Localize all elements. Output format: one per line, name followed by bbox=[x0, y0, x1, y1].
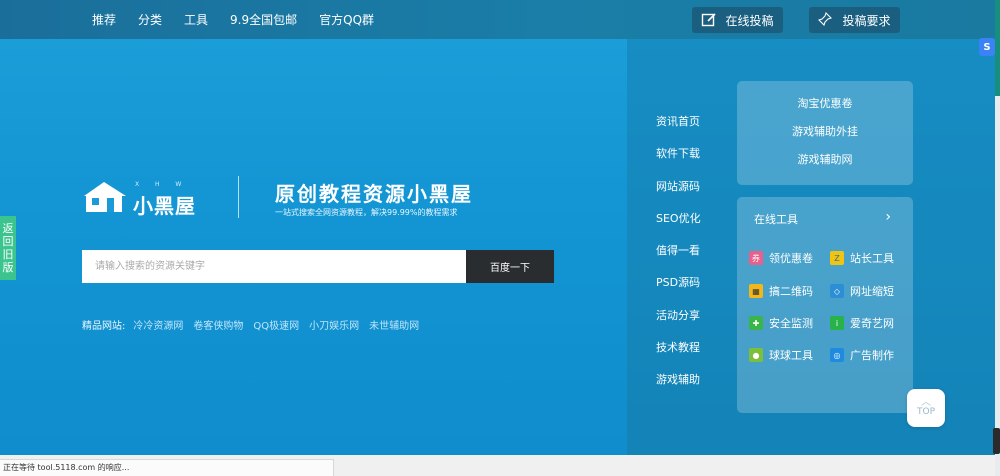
tool-label: 广告制作 bbox=[850, 349, 894, 362]
logo-divider bbox=[238, 176, 239, 218]
tool-item[interactable]: ● 球球工具 bbox=[749, 347, 813, 363]
logo-text: 小黑屋 bbox=[133, 194, 196, 218]
logo-letters: X H W bbox=[135, 181, 189, 188]
back-to-top-label: TOP bbox=[916, 407, 935, 417]
s-extension-icon[interactable]: S bbox=[979, 38, 995, 56]
search-button[interactable]: 百度一下 bbox=[466, 250, 554, 283]
featured-link[interactable]: 卷客侠购物 bbox=[193, 317, 243, 332]
back-tab-char: 返 bbox=[2, 222, 14, 235]
submit-online-label: 在线投稿 bbox=[725, 13, 774, 28]
back-to-top-button[interactable]: ︿ TOP bbox=[907, 389, 945, 427]
side-nav-item[interactable]: 值得一看 bbox=[656, 242, 701, 274]
nav-item-tools[interactable]: 工具 bbox=[184, 11, 208, 28]
side-nav-item[interactable]: PSD源码 bbox=[656, 274, 701, 306]
nav-item-free-shipping[interactable]: 9.9全国包邮 bbox=[230, 11, 297, 28]
submission-requirements-label: 投稿要求 bbox=[842, 13, 891, 28]
side-nav-item[interactable]: 软件下载 bbox=[656, 145, 701, 177]
featured-link[interactable]: 未世辅助网 bbox=[369, 317, 419, 332]
edit-icon bbox=[701, 12, 717, 28]
tool-label: 安全监测 bbox=[769, 317, 813, 330]
webmaster-icon: Z bbox=[830, 251, 844, 265]
top-bar: 推荐 分类 工具 9.9全国包邮 官方QQ群 在线投稿 投稿要求 bbox=[0, 0, 1000, 39]
featured-label: 精品网站: bbox=[82, 321, 126, 332]
back-tab-char: 旧 bbox=[2, 248, 14, 261]
scroll-handle[interactable] bbox=[993, 428, 1000, 454]
nav-item-recommend[interactable]: 推荐 bbox=[92, 11, 116, 28]
security-icon: ✚ bbox=[749, 316, 763, 330]
search-input[interactable] bbox=[82, 250, 466, 283]
tool-item[interactable]: ▦ 搞二维码 bbox=[749, 283, 813, 299]
scrollbar-thumb[interactable] bbox=[995, 0, 1000, 96]
link-shorten-icon: ◇ bbox=[830, 284, 844, 298]
tool-item[interactable]: i 爱奇艺网 bbox=[830, 315, 894, 331]
tool-item[interactable]: 券 领优惠卷 bbox=[749, 250, 813, 266]
tool-label: 搞二维码 bbox=[769, 285, 813, 298]
page-title: 原创教程资源小黑屋 bbox=[275, 182, 473, 206]
quick-link[interactable]: 游戏辅助网 bbox=[798, 151, 853, 179]
chevron-right-icon[interactable]: › bbox=[885, 209, 891, 225]
pin-icon bbox=[818, 12, 834, 28]
quick-links-card: 淘宝优惠卷 游戏辅助外挂 游戏辅助网 bbox=[737, 81, 913, 185]
side-nav-item[interactable]: SEO优化 bbox=[656, 210, 701, 242]
featured-link[interactable]: QQ极速网 bbox=[253, 317, 299, 332]
back-tab-char: 回 bbox=[2, 235, 14, 248]
ball-icon: ● bbox=[749, 348, 763, 362]
nav-item-category[interactable]: 分类 bbox=[138, 11, 162, 28]
side-nav-item[interactable]: 网站源码 bbox=[656, 178, 701, 210]
chevron-up-icon: ︿ bbox=[921, 397, 931, 408]
side-nav: 资讯首页 软件下载 网站源码 SEO优化 值得一看 PSD源码 活动分享 技术教… bbox=[656, 113, 701, 404]
online-tools-card: 在线工具 › bbox=[737, 197, 913, 413]
tool-label: 球球工具 bbox=[769, 349, 813, 362]
coupon-icon: 券 bbox=[749, 251, 763, 265]
back-tab-char: 版 bbox=[2, 261, 14, 274]
tool-item[interactable]: ✚ 安全监测 bbox=[749, 315, 813, 331]
featured-link[interactable]: 小刀娱乐网 bbox=[309, 317, 359, 332]
featured-sites: 精品网站: 冷冷资源网 卷客侠购物 QQ极速网 小刀娱乐网 未世辅助网 bbox=[82, 317, 419, 332]
side-nav-item[interactable]: 游戏辅助 bbox=[656, 371, 701, 403]
side-nav-item[interactable]: 技术教程 bbox=[656, 339, 701, 371]
iqiyi-icon: i bbox=[830, 316, 844, 330]
tool-item[interactable]: ◇ 网址缩短 bbox=[830, 283, 894, 299]
top-nav: 推荐 分类 工具 9.9全国包邮 官方QQ群 bbox=[92, 0, 396, 39]
page-subtitle: 一站式搜索全网资源教程，解决99.99%的教程需求 bbox=[275, 208, 458, 217]
ad-icon: ◎ bbox=[830, 348, 844, 362]
featured-link[interactable]: 冷冷资源网 bbox=[133, 317, 183, 332]
nav-item-qq-group[interactable]: 官方QQ群 bbox=[319, 11, 374, 28]
tool-label: 站长工具 bbox=[850, 252, 894, 265]
tool-label: 网址缩短 bbox=[850, 285, 894, 298]
qrcode-icon: ▦ bbox=[749, 284, 763, 298]
back-to-old-version-tab[interactable]: 返 回 旧 版 bbox=[0, 216, 16, 280]
tool-item[interactable]: ◎ 广告制作 bbox=[830, 347, 894, 363]
side-nav-item[interactable]: 资讯首页 bbox=[656, 113, 701, 145]
online-tools-heading[interactable]: 在线工具 bbox=[754, 211, 798, 227]
tool-label: 领优惠卷 bbox=[769, 252, 813, 265]
submission-requirements-button[interactable]: 投稿要求 bbox=[809, 7, 900, 33]
submit-online-button[interactable]: 在线投稿 bbox=[692, 7, 783, 33]
side-nav-item[interactable]: 活动分享 bbox=[656, 307, 701, 339]
house-logo-icon bbox=[82, 180, 128, 217]
tool-item[interactable]: Z 站长工具 bbox=[830, 250, 894, 266]
status-text: 正在等待 tool.5118.com 的响应... bbox=[0, 459, 334, 476]
quick-link[interactable]: 游戏辅助外挂 bbox=[792, 123, 858, 151]
quick-link[interactable]: 淘宝优惠卷 bbox=[798, 95, 853, 123]
tool-label: 爱奇艺网 bbox=[850, 317, 894, 330]
